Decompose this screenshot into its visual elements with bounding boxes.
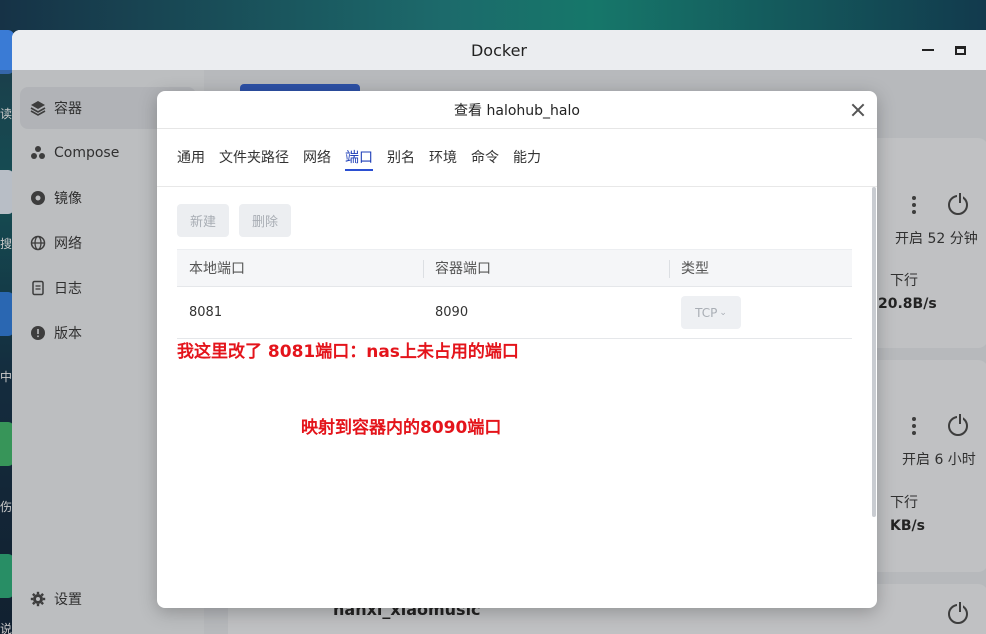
protocol-select[interactable]: TCP ⌄ [681,296,741,329]
table-header: 本地端口 容器端口 类型 [177,249,852,287]
dialog-title: 查看 halohub_halo [454,102,580,119]
annotation-note: 映射到容器内的8090端口 [301,418,502,438]
column-header-container-port: 容器端口 [423,250,669,286]
maximize-button[interactable] [950,40,970,60]
dialog-header: 查看 halohub_halo [157,91,877,129]
new-port-button[interactable]: 新建 [177,204,229,237]
minimize-button[interactable] [918,40,938,60]
minimize-icon [922,49,934,51]
tab-network[interactable]: 网络 [303,147,331,171]
maximize-icon [954,45,966,55]
type-cell: TCP ⌄ [669,287,852,338]
container-detail-dialog: 查看 halohub_halo 通用 文件夹路径 网络 端口 别名 环境 命令 … [157,91,877,608]
tab-command[interactable]: 命令 [471,147,499,171]
annotation-note: 我这里改了 8081端口：nas上未占用的端口 [177,342,519,362]
local-port-cell[interactable]: 8081 [177,287,423,338]
close-icon[interactable] [851,103,865,117]
column-header-local-port: 本地端口 [189,261,245,277]
tab-capabilities[interactable]: 能力 [513,147,541,171]
tab-folder-paths[interactable]: 文件夹路径 [219,147,289,171]
table-row: 8081 8090 TCP ⌄ [177,287,852,339]
container-port-cell[interactable]: 8090 [423,287,669,338]
window-titlebar: Docker [12,30,986,70]
tab-ports[interactable]: 端口 [345,147,373,171]
column-header-type: 类型 [669,250,852,286]
tab-environment[interactable]: 环境 [429,147,457,171]
dialog-tabs: 通用 文件夹路径 网络 端口 别名 环境 命令 能力 [177,147,555,175]
protocol-value: TCP [695,305,718,320]
scrollbar-thumb[interactable] [872,187,876,517]
tab-general[interactable]: 通用 [177,147,205,171]
dialog-scrollbar[interactable] [871,187,877,517]
port-table: 本地端口 容器端口 类型 8081 8090 TCP ⌄ [177,249,852,339]
tab-aliases[interactable]: 别名 [387,147,415,171]
delete-port-button[interactable]: 删除 [239,204,291,237]
chevron-down-icon: ⌄ [719,307,727,318]
window-title: Docker [470,40,528,60]
tabs-divider [157,186,877,187]
